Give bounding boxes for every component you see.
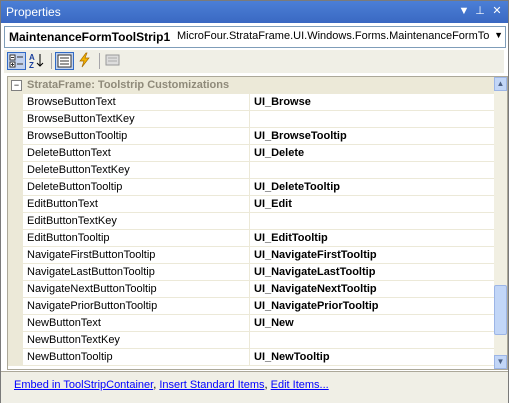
collapse-icon[interactable]: − [11, 80, 22, 91]
property-value[interactable]: UI_EditTooltip [254, 232, 328, 244]
selected-object-type: MicroFour.StrataFrame.UI.Windows.Forms.M… [177, 30, 489, 42]
vertical-scrollbar[interactable]: ▲ ▼ [494, 77, 507, 369]
property-name: DeleteButtonTextKey [27, 164, 130, 176]
scroll-down-icon[interactable]: ▼ [494, 355, 507, 369]
property-row[interactable]: DeleteButtonText UI_Delete [8, 145, 494, 162]
property-name: NavigatePriorButtonTooltip [27, 300, 158, 312]
property-row[interactable]: NewButtonTooltip UI_NewTooltip [8, 349, 494, 366]
events-icon [79, 52, 90, 68]
category-label: StrataFrame: Toolstrip Customizations [27, 79, 230, 91]
properties-icon [57, 54, 72, 68]
properties-button[interactable] [55, 52, 74, 70]
property-pages-button[interactable] [104, 52, 123, 70]
scroll-up-icon[interactable]: ▲ [494, 77, 507, 91]
commands-pane: Embed in ToolStripContainer, Insert Stan… [1, 371, 508, 403]
property-value[interactable]: UI_New [254, 317, 294, 329]
property-value[interactable]: UI_NewTooltip [254, 351, 330, 363]
property-row[interactable]: EditButtonText UI_Edit [8, 196, 494, 213]
property-name: NavigateLastButtonTooltip [27, 266, 155, 278]
property-pages-icon [105, 54, 120, 66]
property-row[interactable]: DeleteButtonTooltip UI_DeleteTooltip [8, 179, 494, 196]
properties-window: Properties ▼ ⊥ ✕ MaintenanceFormToolStri… [0, 0, 509, 403]
property-name: NewButtonTooltip [27, 351, 113, 363]
properties-toolbar: A Z [4, 50, 504, 73]
property-row[interactable]: BrowseButtonTextKey [8, 111, 494, 128]
insert-standard-items-link[interactable]: Insert Standard Items [159, 379, 264, 391]
categorized-icon [9, 54, 23, 68]
property-row[interactable]: NewButtonText UI_New [8, 315, 494, 332]
svg-text:Z: Z [29, 61, 34, 68]
property-row[interactable]: DeleteButtonTextKey [8, 162, 494, 179]
property-value[interactable]: UI_NavigatePriorTooltip [254, 300, 378, 312]
chevron-down-icon[interactable]: ▼ [494, 30, 503, 40]
events-button[interactable] [76, 52, 95, 70]
property-name: NavigateNextButtonTooltip [27, 283, 157, 295]
object-selector-dropdown[interactable]: MaintenanceFormToolStrip1 MicroFour.Stra… [4, 26, 506, 48]
property-row[interactable]: NavigateFirstButtonTooltip UI_NavigateFir… [8, 247, 494, 264]
title-bar: Properties ▼ ⊥ ✕ [1, 1, 508, 23]
property-name: BrowseButtonText [27, 96, 116, 108]
property-grid: − StrataFrame: Toolstrip Customizations … [7, 76, 508, 370]
property-name: EditButtonTooltip [27, 232, 110, 244]
property-row[interactable]: EditButtonTextKey [8, 213, 494, 230]
property-value[interactable]: UI_Delete [254, 147, 304, 159]
property-value[interactable]: UI_NavigateFirstTooltip [254, 249, 377, 261]
property-row[interactable]: NewButtonTextKey [8, 332, 494, 349]
property-name: DeleteButtonTooltip [27, 181, 123, 193]
property-name: NewButtonText [27, 317, 101, 329]
window-position-dropdown-icon[interactable]: ▼ [457, 4, 471, 19]
alphabetical-button[interactable]: A Z [28, 52, 47, 70]
property-row[interactable]: BrowseButtonTooltip UI_BrowseTooltip [8, 128, 494, 145]
auto-hide-pin-icon[interactable]: ⊥ [473, 4, 487, 19]
property-name: NewButtonTextKey [27, 334, 120, 346]
property-row[interactable]: NavigateNextButtonTooltip UI_NavigateNext… [8, 281, 494, 298]
category-row[interactable]: − StrataFrame: Toolstrip Customizations [8, 77, 494, 94]
alphabetical-icon: A Z [29, 53, 44, 70]
close-icon[interactable]: ✕ [490, 4, 504, 19]
property-name: BrowseButtonTooltip [27, 130, 128, 142]
property-value[interactable]: UI_Edit [254, 198, 292, 210]
property-row[interactable]: BrowseButtonText UI_Browse [8, 94, 494, 111]
selected-object-name: MaintenanceFormToolStrip1 [9, 30, 171, 44]
property-value[interactable]: UI_Browse [254, 96, 311, 108]
property-row[interactable]: NavigatePriorButtonTooltip UI_NavigatePri… [8, 298, 494, 315]
property-value[interactable]: UI_NavigateLastTooltip [254, 266, 375, 278]
property-row[interactable]: NavigateLastButtonTooltip UI_NavigateLast… [8, 264, 494, 281]
categorized-button[interactable] [7, 52, 26, 70]
property-value[interactable]: UI_NavigateNextTooltip [254, 283, 377, 295]
property-value[interactable]: UI_BrowseTooltip [254, 130, 347, 142]
window-title: Properties [6, 5, 61, 19]
edit-items-link[interactable]: Edit Items... [271, 379, 329, 391]
property-name: EditButtonText [27, 198, 98, 210]
property-name: NavigateFirstButtonTooltip [27, 249, 156, 261]
property-value[interactable]: UI_DeleteTooltip [254, 181, 340, 193]
embed-in-toolstripcontainer-link[interactable]: Embed in ToolStripContainer [14, 379, 153, 391]
property-name: BrowseButtonTextKey [27, 113, 135, 125]
scroll-thumb[interactable] [494, 285, 507, 335]
property-row[interactable]: EditButtonTooltip UI_EditTooltip [8, 230, 494, 247]
property-name: DeleteButtonText [27, 147, 111, 159]
property-name: EditButtonTextKey [27, 215, 117, 227]
